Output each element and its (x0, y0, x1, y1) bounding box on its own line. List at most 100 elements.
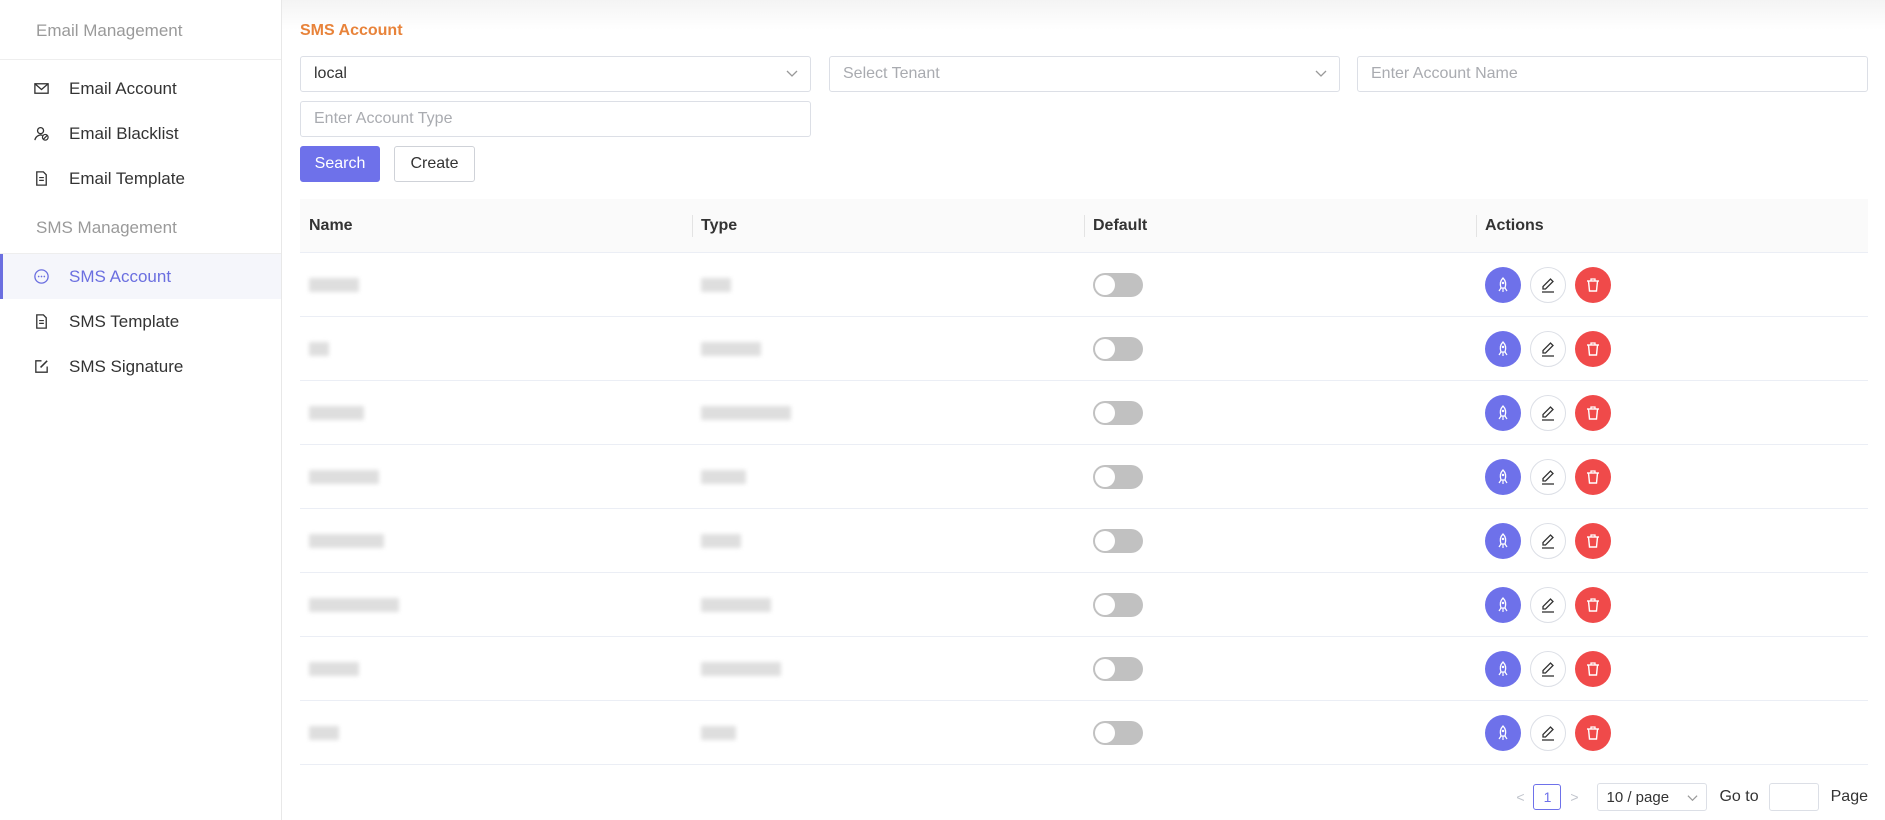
cell-type (692, 701, 1084, 765)
sidebar-item-label: SMS Signature (69, 356, 184, 376)
delete-button[interactable] (1575, 586, 1611, 623)
account-type-input[interactable]: Enter Account Type (300, 101, 811, 137)
sidebar-item-label: Email Template (69, 168, 185, 188)
edit-button[interactable] (1530, 394, 1566, 431)
default-toggle[interactable] (1093, 400, 1143, 425)
platform-select[interactable]: local (300, 56, 811, 92)
cell-default (1084, 381, 1476, 445)
edit-button[interactable] (1530, 522, 1566, 559)
trash-icon (1587, 405, 1599, 420)
cell-name (300, 317, 692, 381)
trash-icon (1587, 533, 1599, 548)
delete-button[interactable] (1575, 714, 1611, 751)
cell-type (692, 509, 1084, 573)
edit-button[interactable] (1530, 586, 1566, 623)
goto-page-input[interactable] (1768, 783, 1819, 811)
edit-button[interactable] (1530, 330, 1566, 367)
page-size-value: 10 / page (1606, 788, 1670, 806)
cell-type (692, 573, 1084, 637)
cell-default (1084, 317, 1476, 381)
user-block-icon (32, 125, 50, 143)
table-row (300, 253, 1868, 317)
table-row (300, 573, 1868, 637)
pencil-icon (1542, 661, 1554, 677)
edit-button[interactable] (1530, 714, 1566, 751)
sidebar: Email Management Email Account Email Bla… (0, 0, 282, 820)
rocket-icon (1498, 596, 1508, 612)
test-send-button[interactable] (1485, 266, 1521, 303)
trash-icon (1587, 597, 1599, 612)
table-row (300, 381, 1868, 445)
next-page-button[interactable]: > (1567, 789, 1581, 805)
search-button[interactable]: Search (300, 146, 380, 182)
default-toggle[interactable] (1093, 272, 1143, 297)
sidebar-item-email-blacklist[interactable]: Email Blacklist (0, 111, 281, 156)
trash-icon (1587, 725, 1599, 740)
table-row (300, 637, 1868, 701)
obscured-name (309, 469, 379, 484)
test-send-button[interactable] (1485, 714, 1521, 751)
delete-button[interactable] (1575, 458, 1611, 495)
sidebar-item-email-template[interactable]: Email Template (0, 156, 281, 201)
test-send-button[interactable] (1485, 458, 1521, 495)
sidebar-item-sms-account[interactable]: SMS Account (0, 254, 281, 299)
rocket-icon (1498, 468, 1508, 484)
obscured-type (701, 469, 746, 484)
delete-button[interactable] (1575, 266, 1611, 303)
test-send-button[interactable] (1485, 586, 1521, 623)
tenant-select[interactable]: Select Tenant (829, 56, 1340, 92)
edit-button[interactable] (1530, 650, 1566, 687)
rocket-icon (1498, 340, 1508, 356)
cell-actions (1476, 381, 1868, 445)
sidebar-item-email-account[interactable]: Email Account (0, 66, 281, 111)
column-header-default: Default (1084, 199, 1476, 253)
default-toggle[interactable] (1093, 336, 1143, 361)
delete-button[interactable] (1575, 650, 1611, 687)
default-toggle[interactable] (1093, 464, 1143, 489)
cell-type (692, 317, 1084, 381)
goto-label: Go to (1719, 788, 1759, 805)
cell-default (1084, 445, 1476, 509)
cell-name (300, 637, 692, 701)
obscured-type (701, 725, 736, 740)
rocket-icon (1498, 532, 1508, 548)
test-send-button[interactable] (1485, 330, 1521, 367)
create-button[interactable]: Create (394, 146, 475, 182)
cell-type (692, 445, 1084, 509)
delete-button[interactable] (1575, 394, 1611, 431)
cell-actions (1476, 701, 1868, 765)
delete-button[interactable] (1575, 522, 1611, 559)
sidebar-item-sms-signature[interactable]: SMS Signature (0, 344, 281, 389)
page-number-button[interactable]: 1 (1533, 784, 1562, 810)
sidebar-item-sms-template[interactable]: SMS Template (0, 299, 281, 344)
rocket-icon (1498, 404, 1508, 420)
default-toggle[interactable] (1093, 592, 1143, 617)
rocket-icon (1498, 724, 1508, 740)
default-toggle[interactable] (1093, 656, 1143, 681)
delete-button[interactable] (1575, 330, 1611, 367)
chevron-down-icon (786, 70, 798, 77)
column-header-name: Name (309, 216, 353, 234)
prev-page-button[interactable]: < (1513, 789, 1527, 805)
account-name-input[interactable]: Enter Account Name (1357, 56, 1868, 92)
test-send-button[interactable] (1485, 650, 1521, 687)
tenant-select-placeholder: Select Tenant (843, 65, 940, 82)
test-send-button[interactable] (1485, 522, 1521, 559)
sidebar-item-label: SMS Template (69, 311, 180, 331)
default-toggle[interactable] (1093, 528, 1143, 553)
cell-name (300, 509, 692, 573)
pencil-icon (1542, 405, 1554, 421)
edit-button[interactable] (1530, 458, 1566, 495)
edit-button[interactable] (1530, 266, 1566, 303)
page-size-select[interactable]: 10 / page (1597, 783, 1708, 811)
table-row (300, 509, 1868, 573)
test-send-button[interactable] (1485, 394, 1521, 431)
cell-name (300, 573, 692, 637)
obscured-type (701, 341, 761, 356)
cell-actions (1476, 317, 1868, 381)
platform-select-value: local (314, 65, 347, 82)
cell-actions (1476, 253, 1868, 317)
obscured-name (309, 725, 339, 740)
default-toggle[interactable] (1093, 720, 1143, 745)
trash-icon (1587, 341, 1599, 356)
